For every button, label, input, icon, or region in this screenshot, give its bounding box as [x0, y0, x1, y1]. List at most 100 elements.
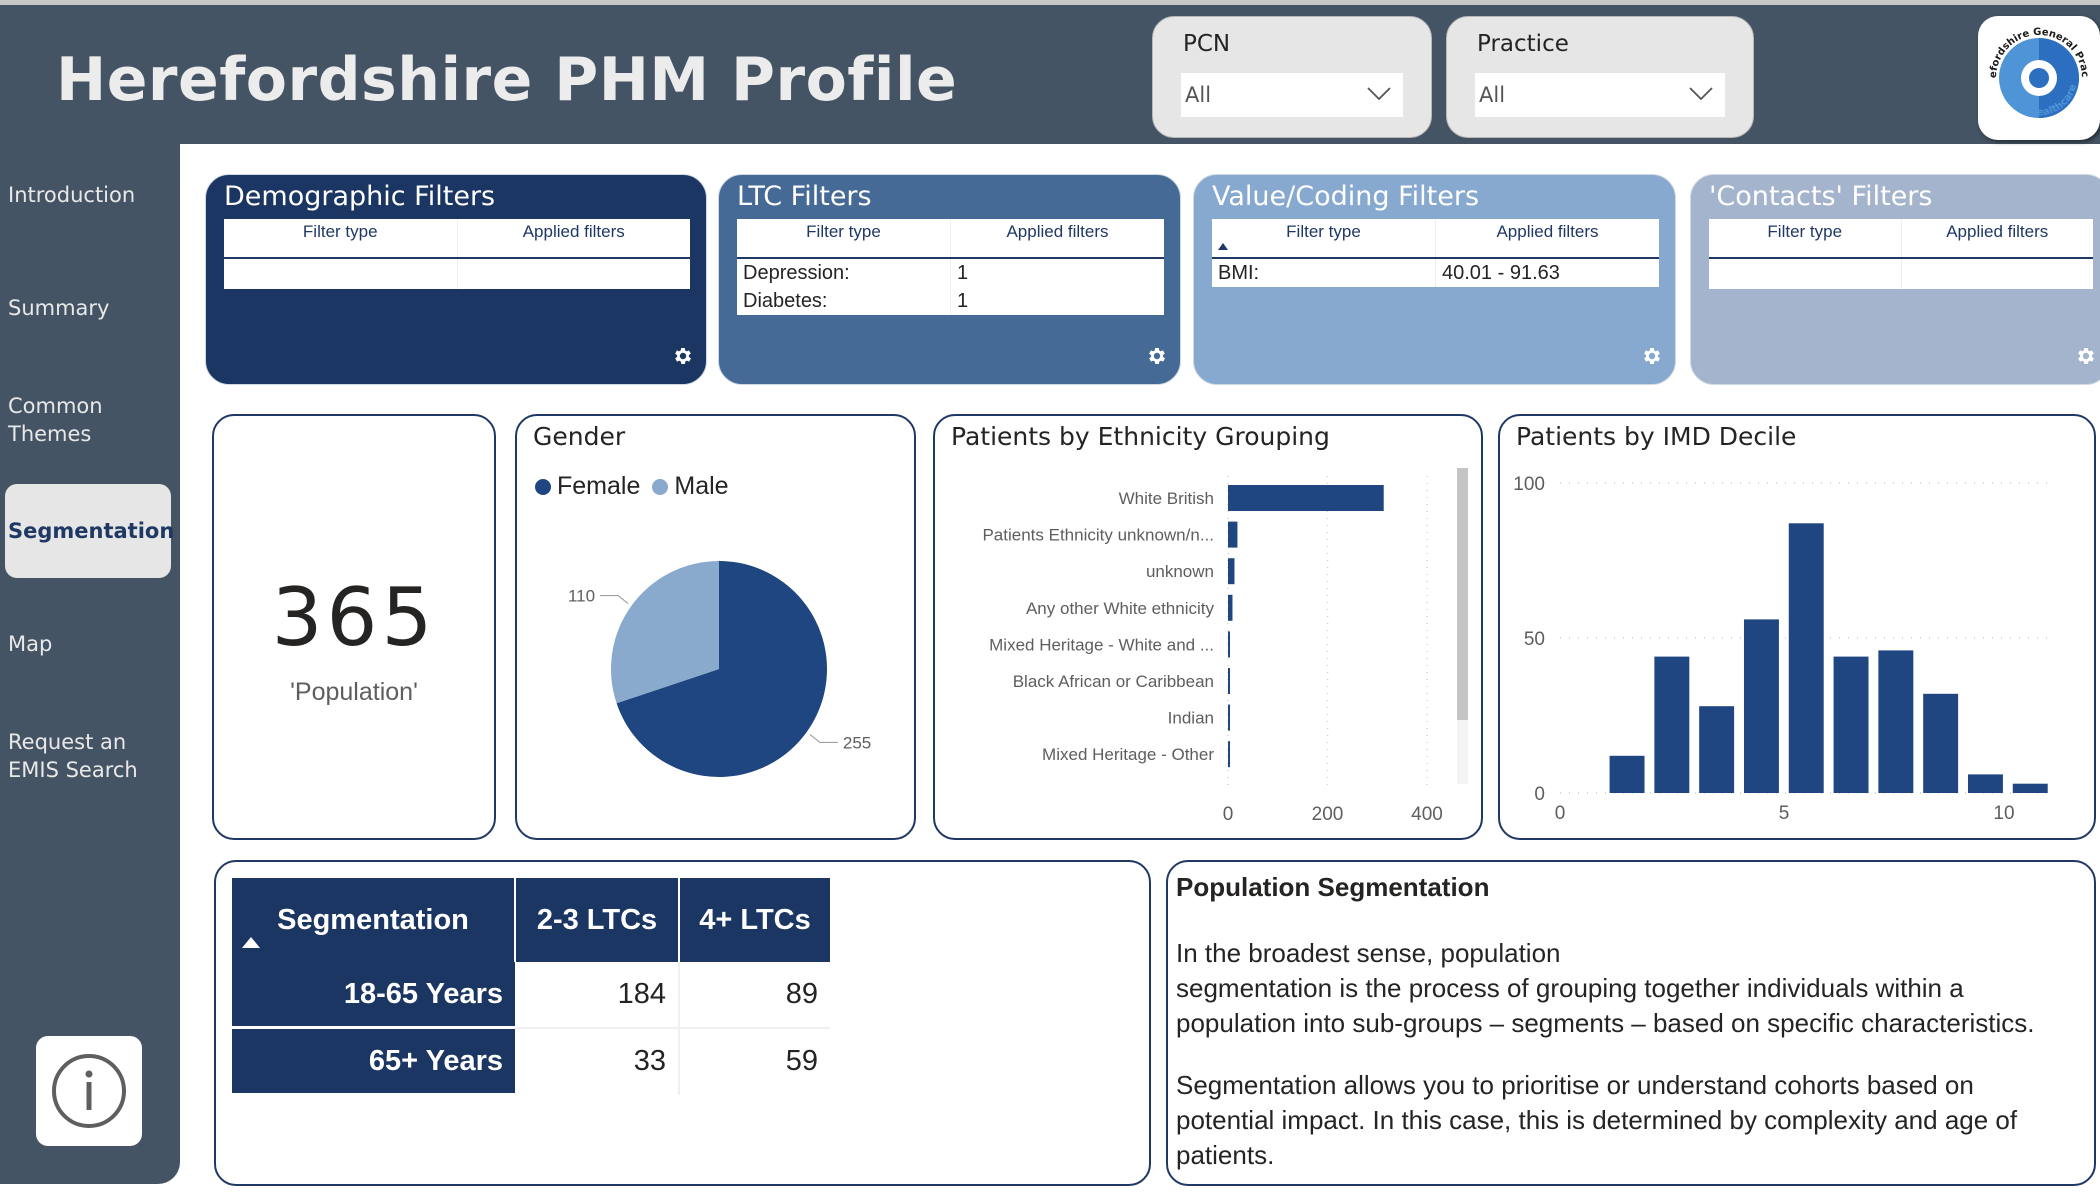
ltc-filters-panel: LTC Filters Filter type Applied filters Dep… — [718, 174, 1181, 385]
pie-leader-line[interactable] — [600, 594, 629, 605]
contacts-filters-panel: 'Contacts' Filters Filter type Applied fil… — [1690, 174, 2100, 385]
segmentation-table-card: Segmentation 2-3 LTCs 4+ LTCs 18-65 Year… — [214, 860, 1151, 1186]
pie-data-label: 255 — [843, 733, 871, 752]
table-cell: 89 — [679, 962, 830, 1029]
bar-0[interactable] — [1228, 485, 1384, 511]
y-tick-label: 50 — [1524, 629, 1545, 650]
sidebar-item-common-themes[interactable]: Common Themes — [8, 392, 118, 448]
filter-row: Depression: 1 — [737, 259, 1164, 287]
table-cell: 33 — [515, 1027, 680, 1095]
filter-panel-title: Value/Coding Filters — [1212, 181, 1480, 212]
sidebar-item-introduction[interactable]: Introduction — [8, 181, 135, 209]
gear-icon[interactable] — [672, 345, 694, 372]
table-cell: 184 — [515, 962, 680, 1029]
sidebar-item-request-emis-search[interactable]: Request an EMIS Search — [8, 728, 148, 784]
pie-leader-line[interactable] — [809, 733, 838, 744]
segmentation-table: Segmentation 2-3 LTCs 4+ LTCs 18-65 Year… — [232, 878, 830, 1096]
gear-icon[interactable] — [2075, 345, 2097, 372]
pie-data-label: 110 — [568, 587, 595, 606]
filter-row-empty — [224, 259, 690, 289]
gear-icon[interactable] — [1146, 345, 1168, 372]
ethnicity-chart-card: Patients by Ethnicity Grouping 0 200 400 Wh… — [933, 414, 1483, 840]
pcn-dropdown-value: All — [1185, 83, 1212, 107]
practice-dropdown-value: All — [1479, 83, 1506, 107]
text-card-paragraph-2: Segmentation allows you to prioritise or… — [1176, 1070, 2018, 1170]
filter-table-header: Filter type Applied filters — [224, 219, 690, 259]
practice-dropdown[interactable]: All — [1475, 73, 1725, 117]
bar-1[interactable] — [1228, 521, 1238, 548]
gear-icon[interactable] — [1641, 345, 1663, 372]
ethnicity-bar-chart: 0 200 400 White British Patients Ethnicity u… — [982, 468, 1468, 825]
x-tick-label: 0 — [1223, 804, 1234, 825]
text-card-heading: Population Segmentation — [1176, 872, 1490, 902]
gender-pie-chart: 255 110 — [568, 561, 871, 777]
bar-3[interactable] — [1228, 594, 1233, 621]
category-label: Indian — [1168, 709, 1214, 728]
category-label: unknown — [1146, 562, 1214, 581]
sidebar-item-summary[interactable]: Summary — [8, 294, 109, 322]
column-header-applied-filters[interactable]: Applied filters — [1900, 219, 2094, 257]
bar-decile-1[interactable] — [1609, 755, 1645, 793]
bar-7[interactable] — [1228, 741, 1230, 768]
pcn-dropdown[interactable]: All — [1181, 73, 1403, 117]
category-label: Any other White ethnicity — [1026, 599, 1215, 618]
filter-type-cell: Diabetes: — [743, 290, 828, 312]
applied-filter-cell: 1 — [950, 259, 1164, 287]
sidebar-item-segmentation[interactable]: Segmentation — [5, 484, 174, 578]
filter-panel-title: 'Contacts' Filters — [1709, 181, 1933, 212]
bar-5[interactable] — [1228, 668, 1230, 694]
x-tick-label: 0 — [1555, 803, 1566, 824]
bar-decile-6[interactable] — [1833, 656, 1869, 793]
filter-table-header: Filter type Applied filters — [1212, 219, 1659, 259]
filter-table: Filter type Applied filters — [224, 219, 690, 289]
row-header: 18-65 Years — [232, 962, 515, 1029]
practice-slicer: Practice All — [1446, 16, 1754, 138]
taurus-healthcare-logo: Herefordshire General Practice Taurus He… — [1978, 16, 2100, 140]
chevron-down-icon — [1689, 87, 1713, 101]
practice-slicer-label: Practice — [1477, 31, 1569, 57]
applied-filter-cell: 40.01 - 91.63 — [1435, 259, 1659, 287]
bar-2[interactable] — [1228, 558, 1235, 585]
table-row: 18-65 Years 184 89 — [232, 962, 830, 1029]
bar-decile-4[interactable] — [1743, 619, 1779, 793]
imd-bar-chart: 0 50 100 0 5 10 — [1513, 474, 2048, 824]
category-label: Mixed Heritage - Other — [1042, 745, 1214, 764]
bar-6[interactable] — [1228, 704, 1230, 731]
filter-table: Filter type Applied filters — [1709, 219, 2093, 289]
column-header-filter-type[interactable]: Filter type — [1212, 219, 1435, 257]
bar-decile-2[interactable] — [1654, 656, 1690, 793]
x-tick-label: 200 — [1312, 804, 1344, 825]
info-button[interactable] — [36, 1036, 142, 1146]
scrollbar-thumb[interactable] — [1457, 468, 1468, 720]
population-label: 'Population' — [290, 678, 418, 706]
filter-table-header: Filter type Applied filters — [1709, 219, 2093, 259]
bar-decile-3[interactable] — [1699, 706, 1735, 793]
filter-table: Filter type Applied filters BMI: 40.01 - 91… — [1212, 219, 1659, 287]
column-header-filter-type[interactable]: Filter type — [737, 219, 950, 257]
bar-4[interactable] — [1228, 631, 1230, 658]
column-header-2-3-ltcs[interactable]: 2-3 LTCs — [515, 878, 680, 962]
text-card-paragraph-1: In the broadest sense, population segmen… — [1176, 936, 2074, 1041]
population-segmentation-text-card: Population Segmentation In the broadest … — [1166, 860, 2096, 1186]
column-header-filter-type[interactable]: Filter type — [1709, 219, 1901, 257]
sidebar-item-map[interactable]: Map — [8, 630, 52, 658]
bar-decile-5[interactable] — [1788, 523, 1824, 793]
filter-panel-title: LTC Filters — [737, 181, 872, 212]
population-kpi-card: 365 'Population' — [212, 414, 496, 840]
x-tick-label: 5 — [1779, 803, 1790, 824]
column-header-applied-filters[interactable]: Applied filters — [950, 219, 1164, 257]
column-header-filter-type[interactable]: Filter type — [224, 219, 457, 257]
bar-decile-10[interactable] — [2012, 783, 2048, 793]
scrollbar-track[interactable] — [1457, 720, 1468, 784]
column-header-applied-filters[interactable]: Applied filters — [456, 219, 691, 257]
bar-decile-7[interactable] — [1878, 650, 1914, 793]
column-header-segmentation[interactable]: Segmentation — [232, 878, 516, 962]
bar-decile-8[interactable] — [1923, 693, 1959, 793]
demographic-filters-panel: Demographic Filters Filter type Applied fi… — [205, 174, 707, 385]
column-header-applied-filters[interactable]: Applied filters — [1435, 219, 1659, 257]
bar-decile-9[interactable] — [1967, 774, 2003, 793]
column-header-4-plus-ltcs[interactable]: 4+ LTCs — [679, 878, 830, 962]
sort-ascending-icon — [242, 937, 260, 948]
x-tick-label: 400 — [1411, 804, 1443, 825]
filter-row-empty — [1709, 259, 2093, 289]
